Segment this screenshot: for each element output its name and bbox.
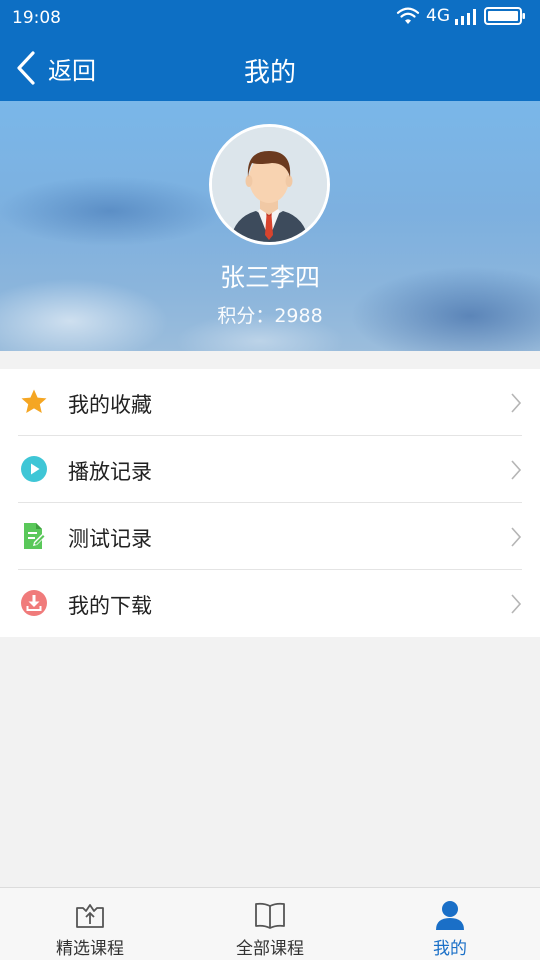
document-edit-icon [24, 523, 46, 549]
tab-all-courses[interactable]: 全部课程 [180, 888, 360, 960]
tab-label: 精选课程 [56, 939, 124, 959]
avatar[interactable] [209, 124, 330, 245]
tab-label: 我的 [433, 939, 467, 959]
chevron-right-icon [511, 393, 522, 413]
wifi-icon [396, 7, 420, 24]
user-score: 积分：2988 [217, 305, 323, 327]
menu-item-label: 播放记录 [68, 460, 152, 484]
status-bar: 19:08 4G [0, 0, 540, 36]
tab-mine[interactable]: 我的 [360, 888, 540, 960]
menu-item-play-history[interactable]: 播放记录 [0, 436, 540, 503]
menu-item-test-history[interactable]: 测试记录 [0, 503, 540, 570]
menu-item-label: 测试记录 [68, 527, 152, 551]
nav-bar: 返回 我的 [0, 36, 540, 101]
top-bar: 19:08 4G 返回 我的 [0, 0, 540, 101]
network-type: 4G [426, 6, 450, 26]
menu-item-downloads[interactable]: 我的下载 [0, 570, 540, 637]
download-icon [21, 590, 47, 616]
avatar-image [212, 127, 327, 242]
user-name: 张三李四 [219, 263, 320, 292]
menu-item-label: 我的下载 [68, 594, 152, 618]
book-icon [255, 902, 285, 929]
menu-list: 我的收藏 播放记录 测试记录 我的下载 [0, 369, 540, 637]
profile-header: 张三李四 积分：2988 [0, 101, 540, 351]
featured-courses-icon [76, 904, 104, 928]
chevron-right-icon [511, 460, 522, 480]
chevron-right-icon [511, 527, 522, 547]
tab-label: 全部课程 [236, 939, 304, 959]
bottom-tab-bar: 精选课程 全部课程 我的 [0, 887, 540, 960]
user-icon [436, 901, 464, 930]
play-icon [21, 456, 47, 482]
menu-item-label: 我的收藏 [68, 393, 152, 417]
battery-icon [484, 7, 525, 25]
chevron-right-icon [511, 594, 522, 614]
signal-icon [455, 9, 476, 25]
page-title: 我的 [243, 58, 296, 88]
star-icon [21, 389, 47, 413]
status-indicators: 4G [396, 6, 526, 26]
status-time: 19:08 [12, 8, 61, 28]
tab-featured-courses[interactable]: 精选课程 [0, 888, 180, 960]
menu-item-favorites[interactable]: 我的收藏 [0, 369, 540, 436]
